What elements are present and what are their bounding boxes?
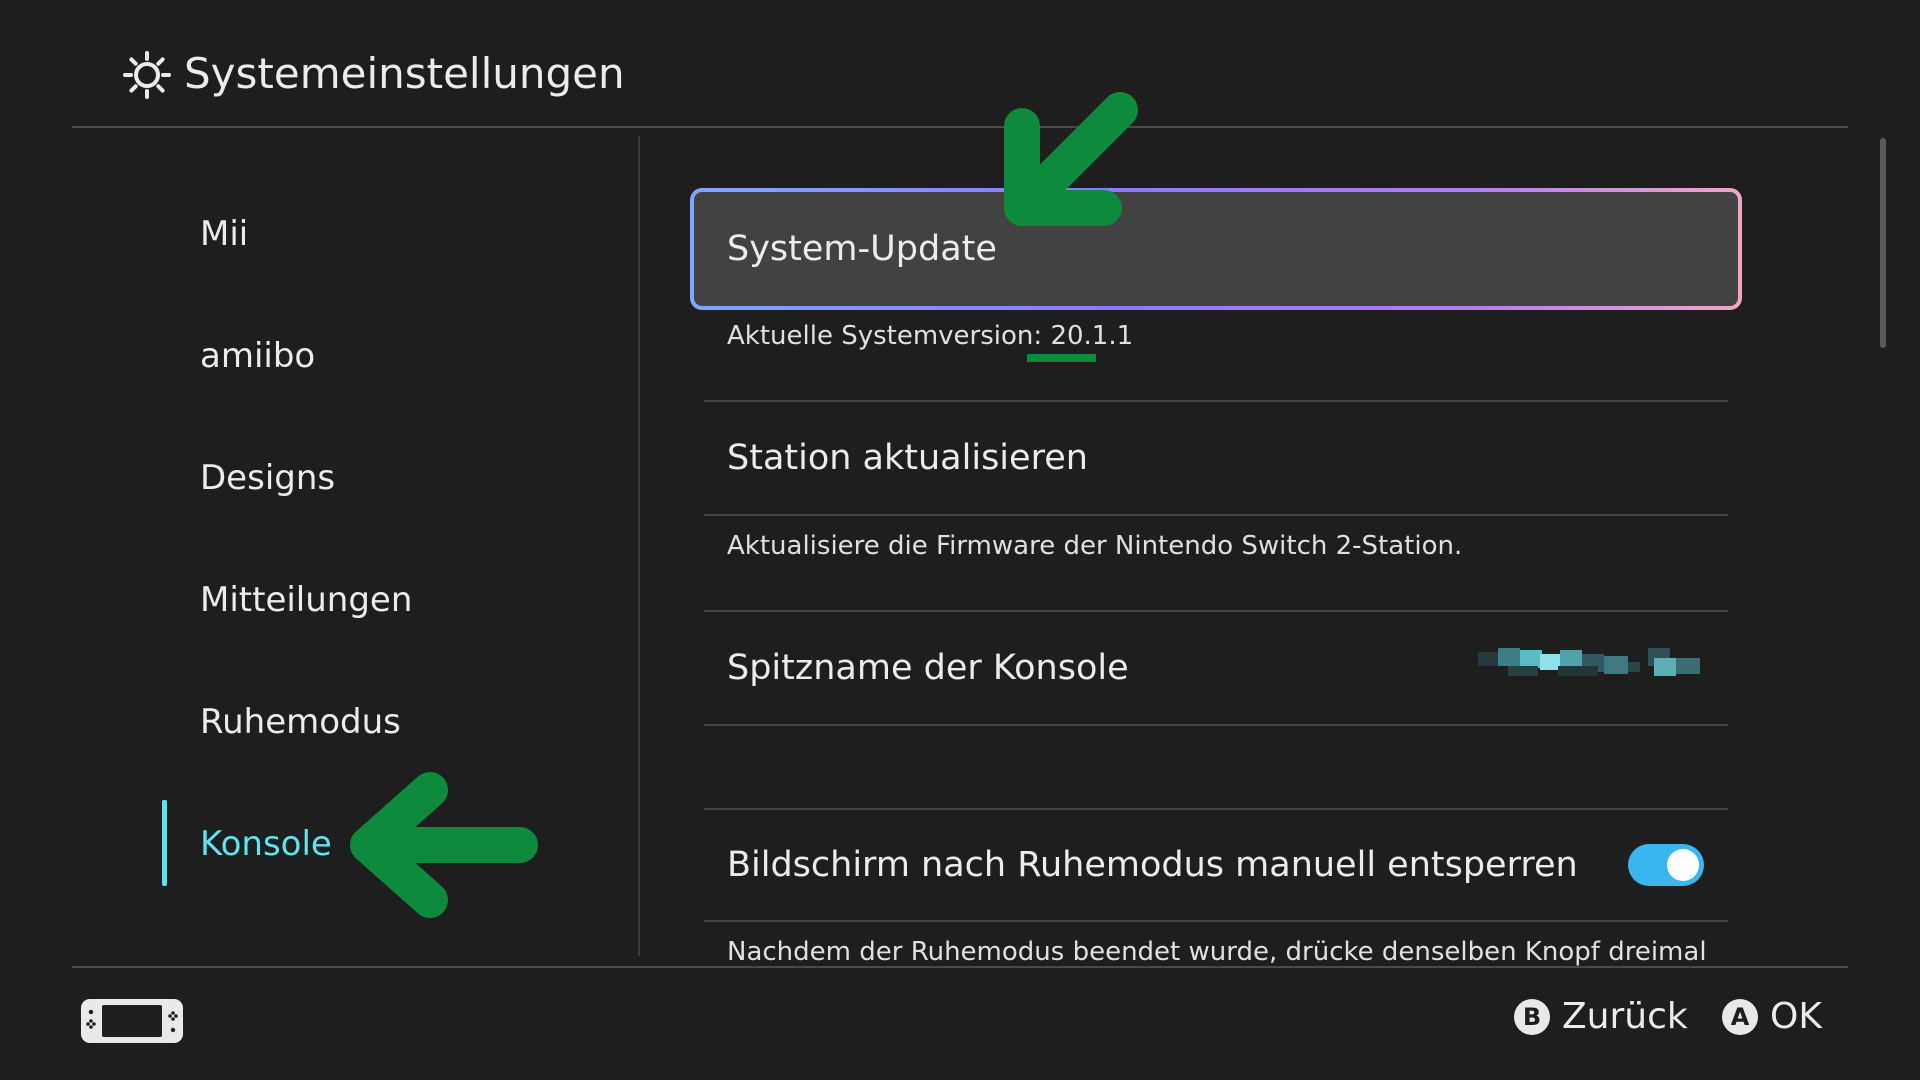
ok-label: OK — [1770, 996, 1822, 1037]
sidebar-divider — [638, 136, 640, 956]
scrollbar[interactable] — [1880, 138, 1886, 348]
divider — [704, 514, 1728, 516]
system-version-text: Aktuelle Systemversion: 20.1.1 — [727, 316, 1133, 356]
divider — [704, 920, 1728, 922]
system-version-value: 20.1.1 — [1050, 321, 1134, 351]
unlock-screen-setting[interactable]: Bildschirm nach Ruhemodus manuell entspe… — [727, 840, 1578, 890]
nickname-value-pixelated — [1478, 648, 1700, 676]
ok-button[interactable]: A OK — [1722, 996, 1822, 1037]
sidebar-item-konsole[interactable]: Konsole — [200, 814, 332, 874]
nickname-button[interactable]: Spitzname der Konsole — [727, 643, 1129, 693]
annotation-arrow-icon — [1004, 92, 1138, 226]
toggle-knob — [1667, 849, 1699, 881]
b-button-icon: B — [1514, 998, 1550, 1035]
back-label: Zurück — [1562, 996, 1688, 1037]
divider — [704, 724, 1728, 726]
console-icon — [81, 999, 183, 1043]
unlock-screen-description: Nachdem der Ruhemodus beendet wurde, drü… — [727, 937, 1707, 967]
divider — [704, 610, 1728, 612]
a-button-icon: A — [1722, 998, 1758, 1035]
sidebar-item-designs[interactable]: Designs — [200, 448, 335, 508]
sidebar-item-mitteilungen[interactable]: Mitteilungen — [200, 570, 412, 630]
sidebar-item-mii[interactable]: Mii — [200, 204, 248, 264]
divider — [704, 400, 1728, 402]
station-update-description: Aktualisiere die Firmware der Nintendo S… — [727, 531, 1463, 561]
unlock-screen-toggle[interactable] — [1628, 844, 1704, 886]
active-indicator — [162, 800, 167, 886]
divider — [704, 808, 1728, 810]
sidebar-item-ruhemodus[interactable]: Ruhemodus — [200, 692, 401, 752]
system-version-label: Aktuelle Systemversion: — [727, 321, 1043, 351]
back-button[interactable]: B Zurück — [1514, 996, 1688, 1037]
page-title: Systemeinstellungen — [184, 49, 625, 98]
sidebar: Mii amiibo Designs Mitteilungen Ruhemodu… — [0, 128, 640, 968]
system-update-label: System-Update — [727, 229, 997, 269]
gear-icon — [123, 51, 171, 99]
version-highlight-underline — [1027, 354, 1096, 362]
footer-divider — [72, 966, 1848, 968]
settings-screen: Systemeinstellungen Mii amiibo Designs M… — [0, 0, 1920, 1080]
sidebar-item-amiibo[interactable]: amiibo — [200, 326, 315, 386]
annotation-arrow-icon — [350, 772, 538, 918]
station-update-button[interactable]: Station aktualisieren — [727, 433, 1088, 483]
